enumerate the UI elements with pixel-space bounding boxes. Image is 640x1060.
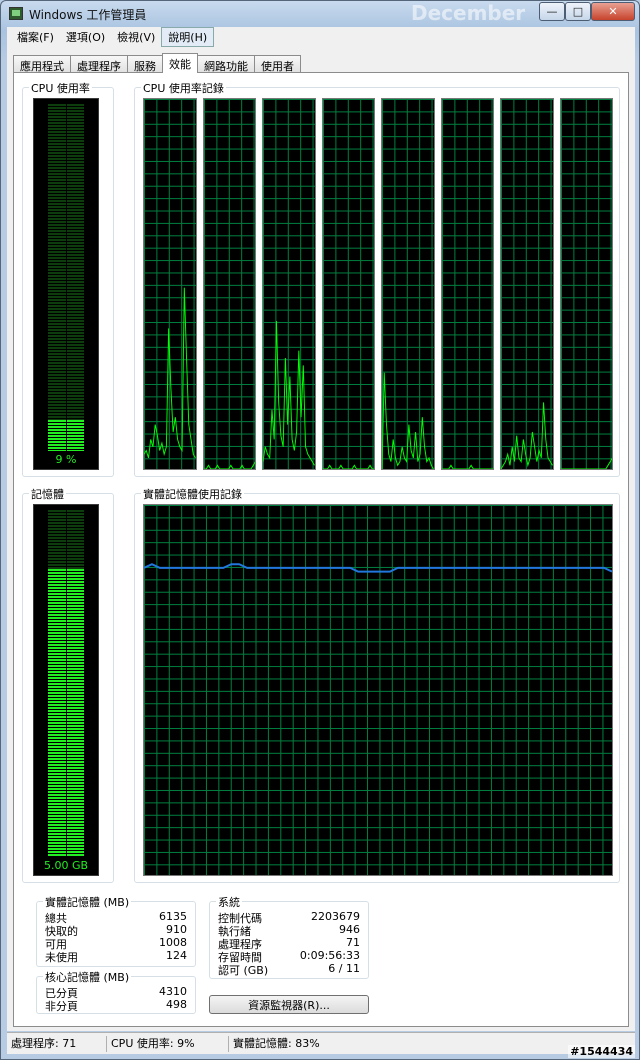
close-button[interactable]: ✕ — [591, 2, 635, 21]
cpu-usage-value: 9 % — [55, 453, 77, 466]
status-processes: 處理程序: 71 — [7, 1035, 107, 1052]
tab-strip: 應用程式 處理程序 服務 效能 網路功能 使用者 — [13, 53, 301, 73]
stat-value: 1008 — [159, 936, 187, 949]
stat-row: 總共 6135 — [45, 910, 187, 925]
kernel-memory-title: 核心記憶體 (MB) — [43, 969, 132, 985]
stat-row: 可用 1008 — [45, 936, 187, 951]
title-bar[interactable]: Windows 工作管理員 December — □ ✕ — [1, 1, 639, 27]
stat-value: 498 — [166, 998, 187, 1011]
memory-group: 記憶體 5.00 GB — [22, 486, 114, 883]
client-area: 應用程式 處理程序 服務 效能 網路功能 使用者 CPU 使用率 9 % CPU… — [7, 47, 635, 1031]
cpu-core-graph-1 — [143, 98, 197, 470]
stat-row: 快取的 910 — [45, 923, 187, 938]
cpu-usage-label: CPU 使用率 — [29, 80, 92, 96]
stat-value: 0:09:56:33 — [299, 949, 360, 962]
system-group: 系統 控制代碼 2203679 執行緒 946 處理程序 71 存留時間 0:09:56… — [209, 894, 369, 979]
cpu-usage-meter: 9 % — [33, 98, 99, 470]
physical-memory-group: 實體記憶體 (MB) 總共 6135 快取的 910 可用 1008 未使用 124 — [36, 894, 196, 967]
stat-row: 處理程序 71 — [218, 936, 360, 951]
minimize-button[interactable]: — — [539, 2, 565, 21]
menu-bar: 檔案(F) 選項(O) 檢視(V) 說明(H) — [7, 27, 635, 47]
cpu-core-line-8 — [560, 457, 612, 469]
stat-value: 4310 — [159, 985, 187, 998]
cpu-core-line-2 — [203, 461, 255, 469]
cpu-core-line-4 — [322, 464, 374, 469]
cpu-core-line-3 — [263, 320, 315, 466]
stat-label: 未使用 — [45, 951, 78, 964]
stat-row: 認可 (GB) 6 / 11 — [218, 962, 360, 977]
stat-value: 6135 — [159, 910, 187, 923]
cpu-core-graph-3 — [262, 98, 316, 470]
cpu-meter-divider — [66, 104, 67, 451]
stat-row: 已分頁 4310 — [45, 985, 187, 1000]
stat-value: 124 — [166, 949, 187, 962]
stat-label: 認可 (GB) — [218, 964, 269, 977]
cpu-core-graph-6 — [440, 98, 494, 470]
memory-history-group: 實體記憶體使用記錄 — [134, 486, 620, 883]
tab-performance[interactable]: 效能 — [162, 53, 198, 73]
stat-row: 存留時間 0:09:56:33 — [218, 949, 360, 964]
memory-history-line — [144, 563, 612, 573]
task-manager-window: Windows 工作管理員 December — □ ✕ 檔案(F) 選項(O)… — [0, 0, 640, 1060]
memory-label: 記憶體 — [29, 486, 66, 502]
memory-usage-value: 5.00 GB — [43, 859, 89, 872]
memory-meter-divider — [66, 510, 67, 857]
memory-meter: 5.00 GB — [33, 504, 99, 876]
cpu-history-label: CPU 使用率記錄 — [141, 80, 226, 96]
tab-users[interactable]: 使用者 — [254, 55, 301, 73]
cpu-core-line-6 — [441, 464, 493, 469]
tab-networking[interactable]: 網路功能 — [197, 55, 255, 73]
image-id-badge: #1544434 — [568, 1045, 635, 1058]
task-manager-icon — [9, 7, 23, 20]
status-memory: 實體記憶體: 83% — [233, 1036, 320, 1050]
menu-file[interactable]: 檔案(F) — [11, 28, 60, 46]
cpu-core-line-1 — [144, 287, 196, 459]
memory-history-label: 實體記憶體使用記錄 — [141, 486, 244, 502]
stat-value: 71 — [346, 936, 360, 949]
stat-value: 910 — [166, 923, 187, 936]
status-bar: 處理程序: 71 CPU 使用率: 9% 實體記憶體: 83% — [7, 1032, 635, 1054]
tab-applications[interactable]: 應用程式 — [13, 55, 71, 73]
tab-services[interactable]: 服務 — [127, 55, 163, 73]
stat-value: 6 / 11 — [328, 962, 360, 975]
menu-view[interactable]: 檢視(V) — [111, 28, 161, 46]
title-watermark: December — [411, 1, 526, 25]
stat-value: 946 — [339, 923, 360, 936]
stat-row: 未使用 124 — [45, 949, 187, 964]
stat-row: 控制代碼 2203679 — [218, 910, 360, 925]
cpu-core-line-5 — [382, 372, 434, 469]
stat-row: 非分頁 498 — [45, 998, 187, 1013]
kernel-memory-group: 核心記憶體 (MB) 已分頁 4310 非分頁 498 — [36, 969, 196, 1014]
cpu-core-graph-2 — [202, 98, 256, 470]
cpu-history-group: CPU 使用率記錄 — [134, 80, 620, 477]
cpu-core-graph-5 — [381, 98, 435, 470]
cpu-core-graph-7 — [500, 98, 554, 470]
status-cpu: CPU 使用率: 9% — [107, 1035, 229, 1052]
tab-processes[interactable]: 處理程序 — [70, 55, 128, 73]
stat-row: 執行緒 946 — [218, 923, 360, 938]
cpu-usage-group: CPU 使用率 9 % — [22, 80, 114, 477]
cpu-core-line-7 — [501, 402, 553, 469]
system-title: 系統 — [216, 894, 242, 910]
performance-panel: CPU 使用率 9 % CPU 使用率記錄 記憶體 5.00 GB 實體記憶體使… — [13, 72, 629, 1027]
stat-label: 非分頁 — [45, 1000, 78, 1013]
maximize-button[interactable]: □ — [565, 2, 591, 21]
resource-monitor-button[interactable]: 資源監視器(R)... — [209, 995, 369, 1014]
physical-memory-title: 實體記憶體 (MB) — [43, 894, 132, 910]
memory-history-graph — [143, 504, 613, 876]
cpu-core-graph-8 — [559, 98, 613, 470]
stat-value: 2203679 — [311, 910, 360, 923]
window-title: Windows 工作管理員 — [29, 8, 147, 22]
menu-options[interactable]: 選項(O) — [60, 28, 111, 46]
menu-help[interactable]: 說明(H) — [161, 27, 215, 47]
cpu-core-graph-4 — [321, 98, 375, 470]
